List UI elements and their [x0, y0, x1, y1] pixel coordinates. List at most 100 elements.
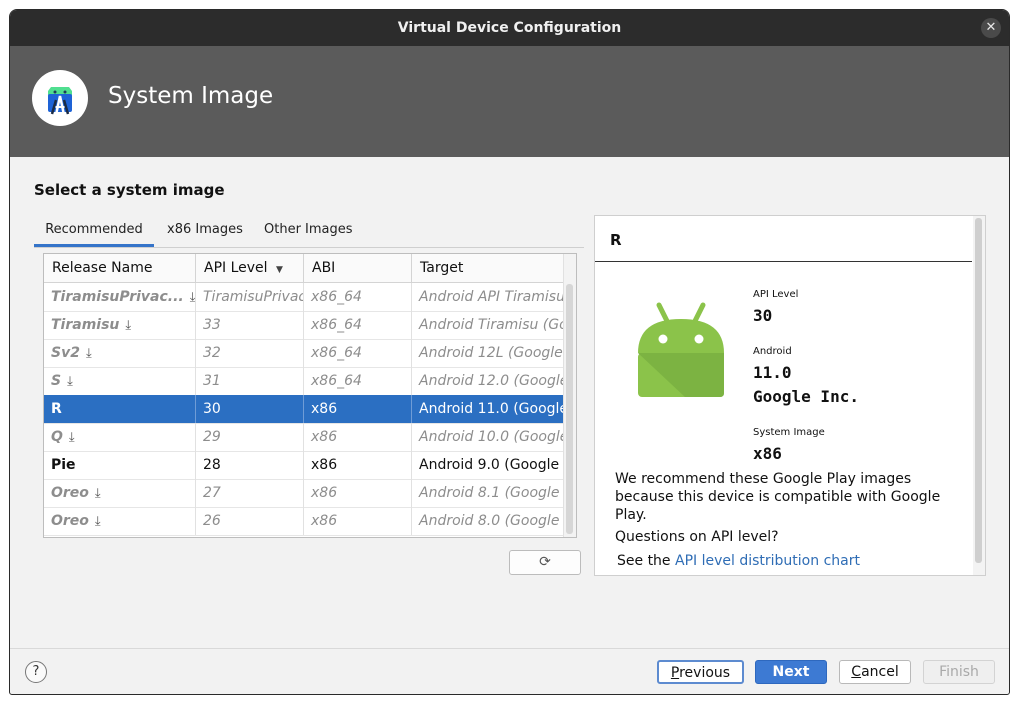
cell-text: Android 8.0 (Google Play: [419, 513, 564, 529]
table-header: Release Name API Level ▼ ABI Target: [44, 254, 564, 283]
column-abi[interactable]: ABI: [304, 254, 412, 282]
android-label: Android: [753, 346, 792, 357]
cell-abi: x86_64: [304, 367, 412, 395]
cell-abi: x86: [304, 507, 412, 535]
cell-text: 30: [203, 401, 221, 417]
api-distribution-link[interactable]: API level distribution chart: [675, 553, 860, 569]
footer-divider: [10, 648, 1009, 649]
cell-release-name: Pie: [44, 451, 196, 479]
cell-target: Android 8.0 (Google Play: [412, 507, 564, 535]
cell-api-level: 33: [196, 311, 304, 339]
cell-text: x86: [311, 457, 338, 473]
vendor-name: Google Inc.: [753, 387, 859, 406]
cell-text: Android 12.0 (Google Play: [419, 373, 564, 389]
table-row[interactable]: Sv2 ⤓ 32 x86_64 Android 12L (Google Play: [44, 339, 564, 368]
cell-target: Android 12.0 (Google Play: [412, 367, 564, 395]
cell-release-name: S ⤓: [44, 367, 196, 395]
cell-text: x86_64: [311, 317, 362, 333]
column-api-level-label: API Level: [204, 260, 268, 276]
cell-text: Android Tiramisu (Google: [419, 317, 564, 333]
window-title: Virtual Device Configuration: [397, 20, 622, 36]
cell-target: Android 12L (Google Play: [412, 339, 564, 367]
header-banner: System Image: [10, 46, 1009, 157]
column-api-level[interactable]: API Level ▼: [196, 254, 304, 282]
table-row[interactable]: Tiramisu ⤓ 33 x86_64 Android Tiramisu (Googl…: [44, 311, 564, 340]
scrollbar-thumb[interactable]: [566, 284, 573, 534]
cell-text: Android API TiramisuPrivacy: [419, 289, 564, 305]
help-icon[interactable]: ?: [25, 661, 47, 683]
cell-text: Q: [51, 429, 63, 445]
system-image-label: System Image: [753, 427, 825, 438]
table-row[interactable]: R 30 x86 Android 11.0 (Google Play: [44, 395, 564, 424]
cell-abi: x86_64: [304, 283, 412, 311]
tab-x86-images[interactable]: x86 Images: [167, 215, 243, 246]
refresh-button[interactable]: ⟳: [509, 550, 581, 575]
cell-api-level: 32: [196, 339, 304, 367]
cell-text: x86: [311, 513, 338, 529]
cancel-label: Cancel: [851, 664, 899, 680]
next-button[interactable]: Next: [755, 660, 827, 684]
api-level-value: 30: [753, 306, 773, 325]
recommend-text: We recommend these Google Play images be…: [615, 471, 941, 523]
title-bar: Virtual Device Configuration ✕: [10, 10, 1009, 46]
previous-button[interactable]: Previous: [657, 660, 744, 684]
cell-abi: x86_64: [304, 339, 412, 367]
download-icon[interactable]: ⤓: [86, 340, 92, 367]
cell-text: x86_64: [311, 289, 362, 305]
system-image-value: x86: [753, 444, 782, 463]
table-row[interactable]: Pie 28 x86 Android 9.0 (Google Play: [44, 451, 564, 480]
download-icon[interactable]: ⤓: [69, 424, 75, 451]
table-row[interactable]: Oreo ⤓ 27 x86 Android 8.1 (Google Play: [44, 479, 564, 508]
table-row[interactable]: S⤓31x86_64 Android 12.0 (Google Play: [44, 367, 564, 396]
detail-scrollbar-thumb[interactable]: [975, 218, 982, 563]
tab-recommended[interactable]: Recommended: [34, 215, 154, 247]
cell-text: x86: [311, 429, 338, 445]
see-the-text: See the: [617, 553, 671, 569]
cell-api-level: TiramisuPrivacy: [196, 283, 304, 311]
cell-api-level: 26: [196, 507, 304, 535]
previous-label: Previous: [670, 665, 731, 681]
close-icon[interactable]: ✕: [981, 18, 1001, 38]
download-icon[interactable]: ⤓: [125, 312, 131, 339]
column-release-name[interactable]: Release Name: [44, 254, 196, 282]
cell-text: Sv2: [51, 345, 80, 361]
download-icon[interactable]: ⤓: [95, 508, 101, 535]
divider: [595, 261, 972, 262]
cell-abi: x86: [304, 479, 412, 507]
table-row[interactable]: Q ⤓ 29 x86 Android 10.0 (Google Play: [44, 423, 564, 452]
download-icon[interactable]: ⤓: [95, 480, 101, 507]
cancel-button[interactable]: Cancel: [839, 660, 911, 684]
cell-release-name: Sv2 ⤓: [44, 339, 196, 367]
cell-text: Android 9.0 (Google Play: [419, 457, 564, 473]
cell-release-name: TiramisuPrivac... ⤓: [44, 283, 196, 311]
cell-text: Android 11.0 (Google Play: [419, 401, 564, 417]
cell-release-name: Oreo ⤓: [44, 507, 196, 535]
column-target[interactable]: Target: [412, 254, 564, 282]
cell-text: R: [51, 401, 62, 417]
cell-text: x86: [311, 485, 338, 501]
download-icon[interactable]: ⤓: [67, 368, 73, 395]
tab-other-images[interactable]: Other Images: [264, 215, 353, 246]
download-icon[interactable]: ⤓: [190, 284, 195, 311]
table-row[interactable]: TiramisuPrivac... ⤓ TiramisuPrivacy x86_64 A…: [44, 283, 564, 312]
android-robot-icon: [635, 301, 727, 399]
table-row[interactable]: Oreo ⤓ 26 x86 Android 8.0 (Google Play: [44, 507, 564, 536]
cell-release-name: Tiramisu ⤓: [44, 311, 196, 339]
system-image-table: Release Name API Level ▼ ABI Target Tira…: [43, 253, 577, 538]
cell-api-level: 31: [196, 367, 304, 395]
cell-target: Android 10.0 (Google Play: [412, 423, 564, 451]
cell-target: Android API TiramisuPrivacy: [412, 283, 564, 311]
finish-button[interactable]: Finish: [923, 660, 995, 684]
cell-abi: x86_64: [304, 311, 412, 339]
image-tabs: Recommended x86 Images Other Images: [34, 215, 584, 248]
section-title: Select a system image: [34, 181, 225, 199]
cell-text: Android 12L (Google Play: [419, 345, 564, 361]
image-detail-panel: R API Level 30 Android 11.0 Google Inc. …: [594, 215, 986, 576]
cell-text: Tiramisu: [51, 317, 120, 333]
table-scrollbar[interactable]: [563, 254, 576, 537]
cell-abi: x86: [304, 423, 412, 451]
cell-api-level: 29: [196, 423, 304, 451]
detail-scrollbar[interactable]: [973, 216, 985, 575]
cell-target: Android 9.0 (Google Play: [412, 451, 564, 479]
finish-label: Finish: [939, 664, 979, 680]
